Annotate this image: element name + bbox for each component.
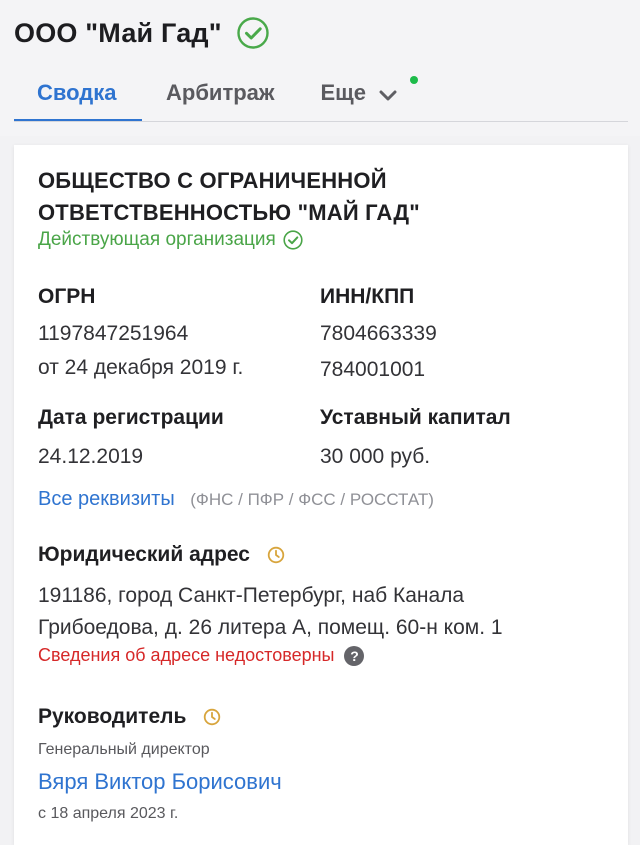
clock-icon[interactable] [266,545,286,565]
tab-arbitration[interactable]: Арбитраж [166,72,275,122]
registration-title: Дата регистрации [38,406,224,429]
ogrn-date: от 24 декабря 2019 г. [38,356,244,379]
tab-more[interactable]: Еще [320,72,418,122]
address-line-2: Грибоедова, д. 26 литера А, помещ. 60-н … [38,616,503,639]
kpp-value: 784001001 [320,358,426,381]
address-line-1: 191186, город Санкт-Петербург, наб Канал… [38,584,465,607]
director-title-row: Руководитель [38,705,222,729]
question-circle-icon[interactable]: ? [344,645,365,666]
requisites-row: Все реквизиты (ФНС / ПФР / ФСС / РОССТАТ… [38,482,434,517]
status-text: Действующая организация [38,229,276,250]
company-header: ООО "Май Гад" Сводка Арбитраж Еще [0,0,640,136]
chevron-down-icon [379,90,397,101]
capital-title: Уставный капитал [320,406,511,429]
registration-value: 24.12.2019 [38,445,144,468]
inn-value: 7804663339 [320,322,437,345]
status-line: Действующая организация [38,229,304,251]
director-title: Руководитель [38,705,187,728]
address-title-row: Юридический адрес [38,543,286,567]
ogrn-value: 1197847251964 [38,322,189,345]
legal-name: ОБЩЕСТВО С ОГРАНИЧЕННОЙ ОТВЕТСТВЕННОСТЬЮ… [38,168,420,225]
company-summary-card: ОБЩЕСТВО С ОГРАНИЧЕННОЙ ОТВЕТСТВЕННОСТЬЮ… [14,145,628,845]
capital-value: 30 000 руб. [320,445,431,468]
director-name-link[interactable]: Вяря Виктор Борисович [38,769,282,795]
address-warning: Сведения об адресе недостоверны ? [38,645,365,666]
tab-summary[interactable]: Сводка [14,72,142,122]
tab-summary-label: Сводка [37,80,117,105]
notification-dot [409,76,418,84]
director-position: Генеральный директор [38,741,210,758]
ogrn-title: ОГРН [38,285,96,308]
tab-bar: Сводка Арбитраж Еще [14,72,628,122]
check-circle-icon [283,230,303,250]
tab-arbitration-label: Арбитраж [166,80,275,105]
company-title-row: ООО "Май Гад" [14,16,270,50]
requisites-sources: (ФНС / ПФР / ФСС / РОССТАТ) [190,490,434,509]
all-requisites-link[interactable]: Все реквизиты [38,488,175,510]
director-since: с 18 апреля 2023 г. [38,805,179,822]
tab-more-label: Еще [320,80,366,105]
verified-check-circle-icon [237,17,269,49]
inn-kpp-title: ИНН/КПП [320,285,415,308]
address-title: Юридический адрес [38,543,250,566]
clock-icon[interactable] [202,707,222,727]
company-title: ООО "Май Гад" [14,17,222,48]
tabs-divider [14,121,628,122]
address-warning-text: Сведения об адресе недостоверны [38,645,335,665]
